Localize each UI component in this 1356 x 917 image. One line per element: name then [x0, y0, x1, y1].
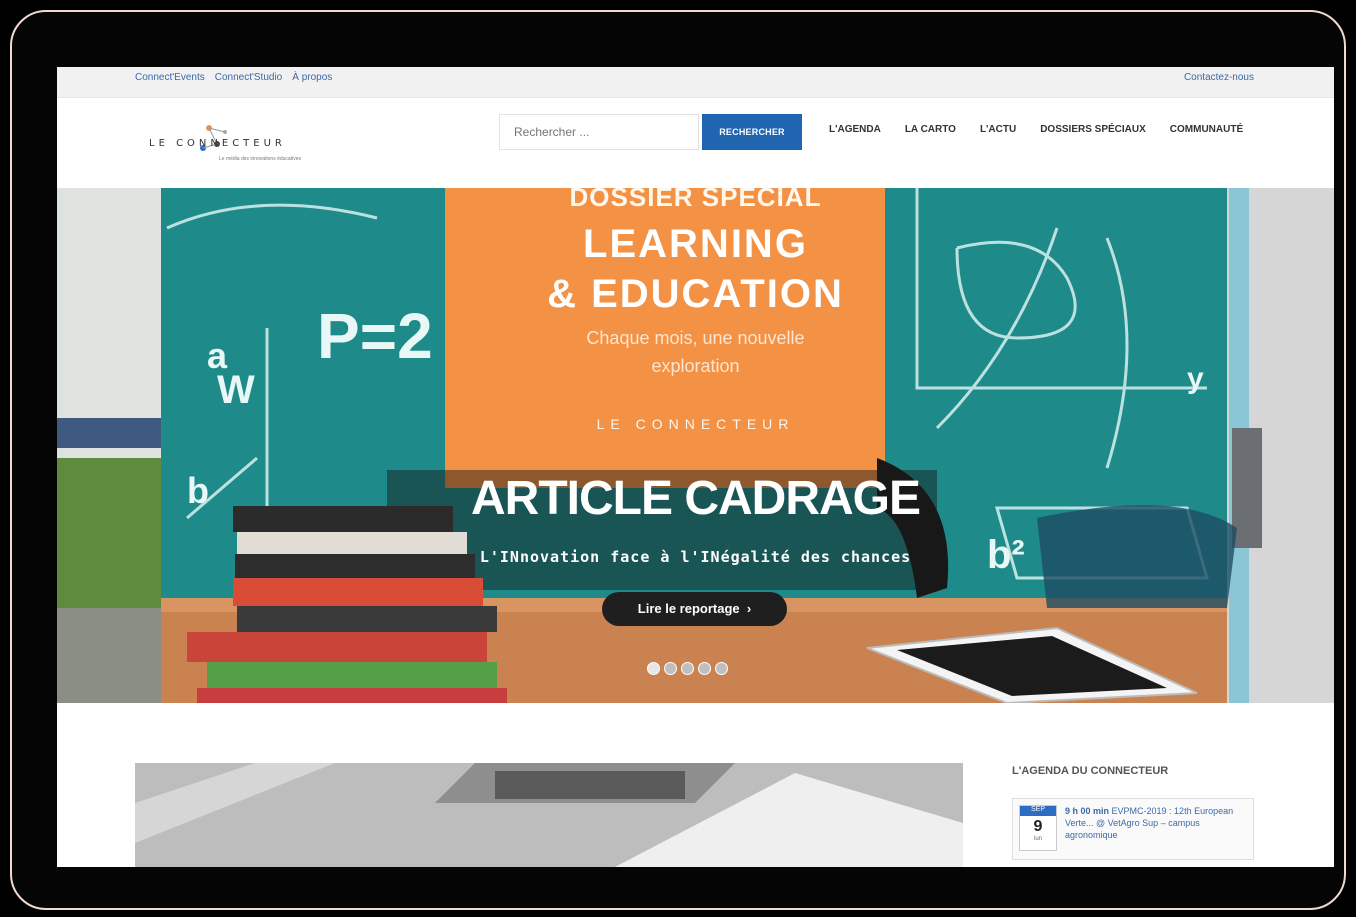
read-report-button[interactable]: Lire le reportage ›	[602, 592, 787, 626]
hero-subtitle-line1: Chaque mois, une nouvelle	[586, 328, 805, 348]
featured-article-image[interactable]	[135, 763, 963, 867]
logo-text: LE CONNECTEUR	[149, 138, 286, 149]
slider-dot[interactable]	[681, 662, 694, 675]
hero-subtitle-line2: exploration	[651, 356, 740, 376]
chevron-right-icon: ›	[743, 601, 752, 616]
hero-dossier-label: DOSSIER SPECIAL	[569, 188, 822, 212]
event-day: 9	[1033, 818, 1043, 835]
slider-dot[interactable]	[647, 662, 660, 675]
slider-dot[interactable]	[715, 662, 728, 675]
nav-item-carto[interactable]: LA CARTO	[905, 124, 956, 135]
search-input[interactable]	[499, 114, 699, 150]
event-time: 9 h 00 min	[1065, 806, 1110, 816]
top-utility-bar: Connect'Events Connect'Studio À propos C…	[57, 67, 1334, 98]
logo-tagline: Le média des innovations éducatives	[219, 156, 301, 162]
hero-slider[interactable]: P=2 a W b b² y DOSSIER SPECIAL LEARNING …	[57, 188, 1334, 703]
event-month: SEP	[1020, 806, 1056, 816]
hero-article-title: ARTICLE CADRAGE	[471, 472, 921, 525]
top-link-apropos[interactable]: À propos	[292, 72, 332, 83]
top-links: Connect'Events Connect'Studio À propos	[135, 72, 332, 83]
search-button[interactable]: RECHERCHER	[702, 114, 802, 150]
agenda-event[interactable]: SEP 9 lun 9 h 00 min EVPMC-2019 : 12th E…	[1012, 798, 1254, 860]
slider-dots	[647, 662, 728, 675]
agenda-title: L'AGENDA DU CONNECTEUR	[1012, 765, 1169, 777]
nav-item-agenda[interactable]: L'AGENDA	[829, 124, 881, 135]
hero-learning: LEARNING	[583, 222, 808, 266]
nav-item-dossiers[interactable]: DOSSIERS SPÉCIAUX	[1040, 124, 1146, 135]
browser-viewport: Connect'Events Connect'Studio À propos C…	[57, 67, 1334, 867]
event-details: 9 h 00 min EVPMC-2019 : 12th European Ve…	[1065, 805, 1245, 841]
top-link-studio[interactable]: Connect'Studio	[215, 72, 283, 83]
calendar-icon: SEP 9 lun	[1019, 805, 1057, 851]
nav-item-actu[interactable]: L'ACTU	[980, 124, 1016, 135]
content-section: L'AGENDA DU CONNECTEUR SEP 9 lun 9 h 00 …	[57, 703, 1334, 867]
main-nav: L'AGENDA LA CARTO L'ACTU DOSSIERS SPÉCIA…	[829, 124, 1243, 135]
nav-item-communaute[interactable]: COMMUNAUTÉ	[1170, 124, 1243, 135]
hero-inner-logo: LE CONNECTEUR	[596, 416, 795, 432]
contact-link[interactable]: Contactez-nous	[1184, 72, 1254, 83]
read-report-label: Lire le reportage	[637, 601, 740, 616]
site-logo[interactable]: LE CONNECTEUR Le média des innovations é…	[149, 118, 309, 168]
slider-dot[interactable]	[664, 662, 677, 675]
hero-education: & EDUCATION	[547, 272, 844, 316]
top-link-events[interactable]: Connect'Events	[135, 72, 205, 83]
slider-dot[interactable]	[698, 662, 711, 675]
article-photo	[135, 763, 963, 867]
site-header: LE CONNECTEUR Le média des innovations é…	[57, 98, 1334, 189]
event-weekday: lun	[1033, 836, 1042, 842]
hero-article-subtitle: L'INnovation face à l'INégalité des chan…	[479, 548, 912, 566]
